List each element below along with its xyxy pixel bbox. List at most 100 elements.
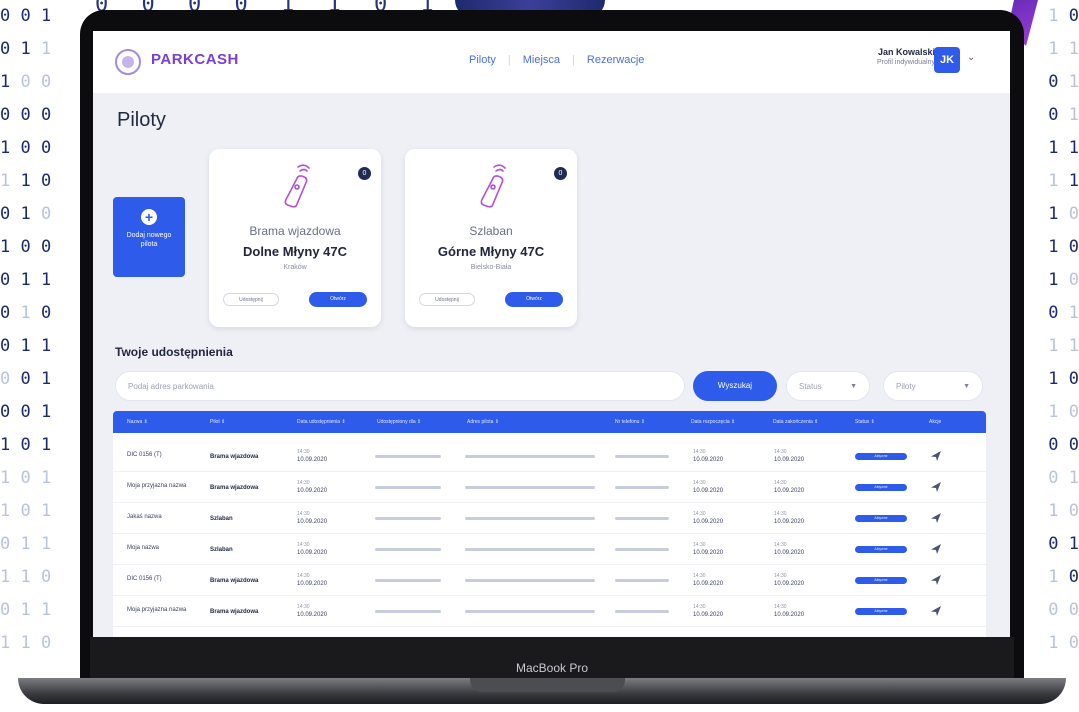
- status-badge: Aktywne: [855, 453, 907, 460]
- table-row[interactable]: Moja nazwa Szlaban 14:30 10.09.2020 14:30 10.…: [113, 534, 986, 565]
- pilots-select[interactable]: Piloty ▼: [883, 371, 983, 401]
- open-button[interactable]: Otwórz: [309, 292, 367, 307]
- nav-separator: |: [572, 54, 575, 66]
- cell-end-time: 14:30: [774, 604, 787, 610]
- column-header[interactable]: Data zakończenia ⇕: [773, 411, 818, 433]
- top-bar: PARKCASH Piloty | Miejsca | Rezerwacje Jan K…: [93, 31, 1010, 93]
- redacted-cell: [615, 517, 669, 520]
- status-badge: Aktywne: [855, 484, 907, 491]
- table-row[interactable]: DIC 0156 (T) Brama wjazdowa 14:30 10.09.202…: [113, 565, 986, 596]
- user-info[interactable]: Jan Kowalski Profil indywidualny: [877, 47, 935, 66]
- nav-item-piloty[interactable]: Piloty: [469, 54, 496, 66]
- search-input[interactable]: Podaj adres parkowania: [115, 371, 685, 401]
- share-button[interactable]: Udostępnij: [223, 293, 279, 306]
- cell-share-time: 14:30: [297, 604, 310, 610]
- cell-name: Moja przyjazna nazwa: [127, 483, 187, 489]
- add-pilot-label: Dodaj nowego pilota: [126, 232, 172, 248]
- redacted-cell: [375, 579, 441, 582]
- pilot-count-badge: 0: [554, 167, 567, 180]
- brand-name[interactable]: PARKCASH: [151, 51, 239, 68]
- user-role: Profil indywidualny: [877, 59, 935, 66]
- status-badge: Aktywne: [855, 608, 907, 615]
- cell-start-date: 10.09.2020: [693, 488, 724, 494]
- cell-start-date: 10.09.2020: [693, 550, 724, 556]
- send-icon[interactable]: [931, 606, 941, 616]
- status-select[interactable]: Status ▼: [786, 371, 870, 401]
- pilot-type: Szlaban: [469, 224, 513, 238]
- redacted-cell: [375, 455, 441, 458]
- redacted-cell: [465, 579, 595, 582]
- pilot-city: Bielsko-Biała: [470, 264, 512, 271]
- plus-circle-icon: +: [141, 209, 157, 225]
- nav-item-miejsca[interactable]: Miejsca: [523, 54, 560, 66]
- send-icon[interactable]: [931, 482, 941, 492]
- redacted-cell: [375, 517, 441, 520]
- table-body: DIC 0156 (T) Brama wjazdowa 14:30 10.09.202…: [113, 433, 986, 637]
- cell-pilot: Szlaban: [210, 516, 233, 522]
- pilot-city: Kraków: [283, 264, 307, 271]
- cell-share-date: 10.09.2020: [297, 488, 328, 494]
- cell-start-time: 14:30: [693, 511, 706, 517]
- cell-pilot: Brama wjazdowa: [210, 578, 259, 584]
- column-header[interactable]: Udostępniony dla ⇕: [377, 411, 421, 433]
- redacted-cell: [465, 610, 595, 613]
- cell-end-time: 14:30: [774, 480, 787, 486]
- send-icon[interactable]: [931, 544, 941, 554]
- cell-start-date: 10.09.2020: [693, 457, 724, 463]
- cell-end-date: 10.09.2020: [774, 519, 805, 525]
- nav-item-rezerwacje[interactable]: Rezerwacje: [587, 54, 644, 66]
- avatar[interactable]: JK: [934, 47, 960, 73]
- cell-share-date: 10.09.2020: [297, 457, 328, 463]
- app-screen: PARKCASH Piloty | Miejsca | Rezerwacje Jan K…: [93, 31, 1010, 637]
- cell-pilot: Brama wjazdowa: [210, 485, 259, 491]
- open-button[interactable]: Otwórz: [505, 292, 563, 307]
- add-pilot-button[interactable]: + Dodaj nowego pilota: [113, 197, 185, 277]
- shares-title: Twoje udostępnienia: [115, 345, 233, 359]
- column-header[interactable]: Nazwa ⇕: [127, 411, 148, 433]
- column-header[interactable]: Data rozpoczęcia ⇕: [691, 411, 735, 433]
- table-row[interactable]: Moja przyjazna nazwa Brama wjazdowa 14:30 1…: [113, 472, 986, 503]
- cell-start-time: 14:30: [693, 604, 706, 610]
- cell-share-time: 14:30: [297, 449, 310, 455]
- cell-start-time: 14:30: [693, 480, 706, 486]
- cell-end-date: 10.09.2020: [774, 488, 805, 494]
- redacted-cell: [615, 486, 669, 489]
- column-header[interactable]: Nr telefonu ⇕: [615, 411, 645, 433]
- cell-name: Moja nazwa: [127, 545, 160, 551]
- main-nav: Piloty | Miejsca | Rezerwacje: [463, 54, 650, 66]
- column-header[interactable]: Pilot ⇕: [210, 411, 225, 433]
- send-icon[interactable]: [931, 575, 941, 585]
- redacted-cell: [615, 579, 669, 582]
- status-badge: Aktywne: [855, 515, 907, 522]
- table-row[interactable]: Moja przyjazna nazwa Brama wjazdowa 14:30 1…: [113, 596, 986, 627]
- cell-start-date: 10.09.2020: [693, 581, 724, 587]
- cell-name: Jakaś nazwa: [127, 514, 162, 520]
- pilot-name: Dolne Młyny 47C: [242, 244, 348, 259]
- cell-pilot: Szlaban: [210, 547, 233, 553]
- search-button[interactable]: Wyszukaj: [693, 371, 777, 401]
- parkcash-logo-icon[interactable]: [115, 49, 141, 75]
- column-header[interactable]: Data udostępnienia ⇕: [297, 411, 346, 433]
- chevron-down-icon: ▼: [850, 383, 857, 390]
- column-header[interactable]: Adres pilota ⇕: [467, 411, 499, 433]
- chevron-down-icon[interactable]: ⌄: [967, 52, 975, 63]
- table-header: Nazwa ⇕ Pilot ⇕ Data udostępnienia ⇕ Udo…: [113, 411, 986, 433]
- table-row[interactable]: Jakaś nazwa Szlaban 14:30 10.09.2020 14:30 10…: [113, 503, 986, 534]
- cell-end-time: 14:30: [774, 449, 787, 455]
- cell-end-date: 10.09.2020: [774, 550, 805, 556]
- redacted-cell: [465, 455, 595, 458]
- status-badge: Aktywne: [855, 577, 907, 584]
- cell-start-date: 10.09.2020: [693, 519, 724, 525]
- chevron-down-icon: ▼: [963, 383, 970, 390]
- column-header[interactable]: Status ⇕: [855, 411, 875, 433]
- redacted-cell: [615, 455, 669, 458]
- share-button[interactable]: Udostępnij: [419, 293, 475, 306]
- send-icon[interactable]: [931, 451, 941, 461]
- cell-share-time: 14:30: [297, 511, 310, 517]
- remote-control-icon: [284, 164, 310, 208]
- pilot-card[interactable]: 0 Szlaban Górne Młyny 47C Bielsko-Biała …: [405, 149, 577, 327]
- pilot-card[interactable]: 0 Brama wjazdowa Dolne Młyny 47C Kraków …: [209, 149, 381, 327]
- table-row[interactable]: DIC 0156 (T) Brama wjazdowa 14:30 10.09.202…: [113, 441, 986, 472]
- cell-share-date: 10.09.2020: [297, 581, 328, 587]
- send-icon[interactable]: [931, 513, 941, 523]
